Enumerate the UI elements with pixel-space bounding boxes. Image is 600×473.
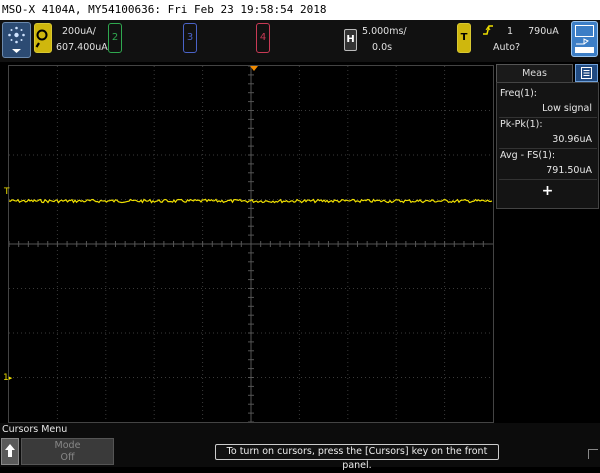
divider [499,148,597,149]
chevron-down-icon [12,49,21,53]
channel-3-label: 3 [186,32,194,43]
tab-measurements[interactable]: Meas [496,64,573,82]
channel-3-button[interactable]: 3 [183,23,197,53]
horizontal-button[interactable]: H [344,29,357,51]
channel-1-ground-marker: 1▸ [3,373,13,383]
meas-pkpk-value: 30.96uA [552,134,592,145]
menu-title: Cursors Menu [2,424,68,435]
display-button[interactable] [571,21,598,57]
channel-1-button[interactable] [34,23,52,53]
divider [499,117,597,118]
measurements-list-button[interactable] [575,64,598,82]
channel-4-label: 4 [259,32,267,43]
mode-softkey[interactable]: Mode Off [21,438,114,465]
trigger-mode: Auto? [493,42,521,53]
trigger-level: 790uA [528,26,559,37]
hint-message: To turn on cursors, press the [Cursors] … [215,444,499,471]
display-icon [575,25,594,53]
magnifier-icon [35,29,48,48]
horizontal-values: 5.000ms/ 0.0s [362,24,407,56]
timebase-value: 5.000ms/ [362,26,407,37]
measurements-panel: Freq(1): Low signal Pk-Pk(1): 30.96uA Av… [496,82,599,209]
meas-freq-value: Low signal [542,103,592,114]
window-title: MSO-X 4104A, MY54100636: Fri Feb 23 19:5… [0,0,600,20]
divider [499,179,597,180]
channel-1-scale: 200uA/ [62,26,96,37]
mode-label: Mode [54,440,81,451]
delay-value: 0.0s [372,42,393,53]
trigger-level-marker: T [4,187,10,197]
channel-2-button[interactable]: 2 [108,23,122,53]
channel-1-offset: 607.400uA [56,42,108,53]
back-button[interactable] [1,438,19,465]
list-icon [581,67,592,79]
channel-1-values: 200uA/ 607.400uA [56,24,108,56]
channel-2-label: 2 [111,32,119,43]
add-measurement-button[interactable]: + [497,182,598,200]
trigger-button[interactable]: T [457,23,471,53]
mode-value: Off [60,452,75,463]
corner-tab-icon [588,449,598,459]
channel-4-button[interactable]: 4 [256,23,270,53]
rising-edge-icon [483,25,493,35]
trigger-source: 1 [507,26,514,37]
up-arrow-icon [5,444,15,457]
meas-freq-label: Freq(1): [500,88,538,99]
logo-icon [8,26,25,53]
trigger-values: 1 790uA Auto? [476,24,571,56]
main-menu-button[interactable] [2,22,31,58]
meas-pkpk-label: Pk-Pk(1): [500,119,543,130]
waveform-display[interactable]: T 1▸ [3,65,494,423]
graticule [9,66,493,422]
meas-avg-value: 791.50uA [546,165,592,176]
meas-avg-label: Avg - FS(1): [500,150,556,161]
